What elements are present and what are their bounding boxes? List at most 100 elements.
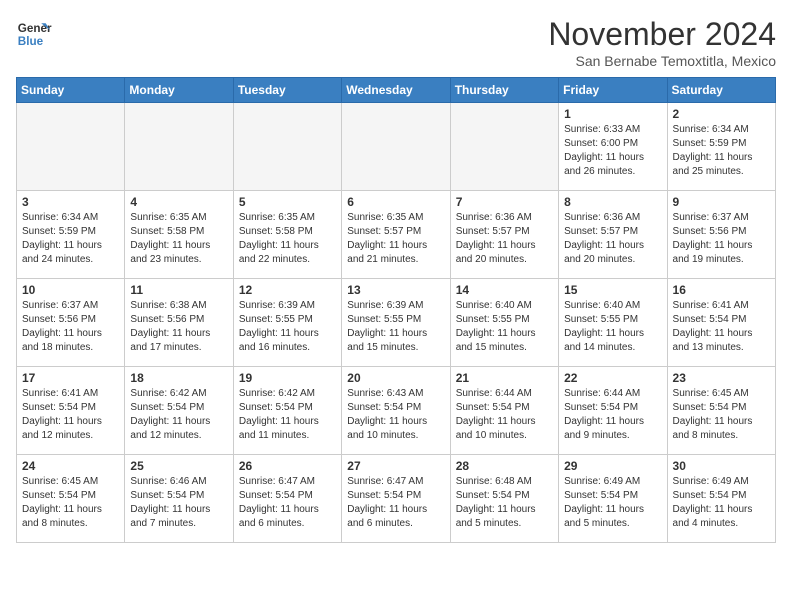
day-number: 15 — [564, 283, 661, 297]
day-number: 17 — [22, 371, 119, 385]
day-cell: 23 Sunrise: 6:45 AMSunset: 5:54 PMDayligh… — [667, 367, 775, 455]
day-cell — [342, 103, 450, 191]
day-number: 27 — [347, 459, 444, 473]
day-number: 11 — [130, 283, 227, 297]
day-info: Sunrise: 6:47 AMSunset: 5:54 PMDaylight:… — [239, 475, 336, 531]
day-info: Sunrise: 6:38 AMSunset: 5:56 PMDaylight:… — [130, 299, 227, 355]
day-number: 14 — [456, 283, 553, 297]
day-number: 13 — [347, 283, 444, 297]
day-cell: 2Sunrise: 6:34 AMSunset: 5:59 PMDaylight… — [667, 103, 775, 191]
day-info: Sunrise: 6:35 AMSunset: 5:57 PMDaylight:… — [347, 211, 444, 267]
day-number: 21 — [456, 371, 553, 385]
day-cell: 3 Sunrise: 6:34 AMSunset: 5:59 PMDaylight… — [17, 191, 125, 279]
header-cell-monday: Monday — [125, 78, 233, 103]
day-number: 30 — [673, 459, 770, 473]
day-number: 9 — [673, 195, 770, 209]
week-row-2: 10 Sunrise: 6:37 AMSunset: 5:56 PMDayligh… — [17, 279, 776, 367]
day-number: 18 — [130, 371, 227, 385]
day-cell — [125, 103, 233, 191]
day-cell: 29 Sunrise: 6:49 AMSunset: 5:54 PMDayligh… — [559, 455, 667, 543]
week-row-1: 3 Sunrise: 6:34 AMSunset: 5:59 PMDaylight… — [17, 191, 776, 279]
day-cell: 7 Sunrise: 6:36 AMSunset: 5:57 PMDaylight… — [450, 191, 558, 279]
day-cell: 17 Sunrise: 6:41 AMSunset: 5:54 PMDayligh… — [17, 367, 125, 455]
header-cell-wednesday: Wednesday — [342, 78, 450, 103]
day-info: Sunrise: 6:40 AMSunset: 5:55 PMDaylight:… — [456, 299, 553, 355]
week-row-3: 17 Sunrise: 6:41 AMSunset: 5:54 PMDayligh… — [17, 367, 776, 455]
day-cell: 9 Sunrise: 6:37 AMSunset: 5:56 PMDaylight… — [667, 191, 775, 279]
day-cell: 10 Sunrise: 6:37 AMSunset: 5:56 PMDayligh… — [17, 279, 125, 367]
day-info: Sunrise: 6:47 AMSunset: 5:54 PMDaylight:… — [347, 475, 444, 531]
day-cell: 14 Sunrise: 6:40 AMSunset: 5:55 PMDayligh… — [450, 279, 558, 367]
svg-text:General: General — [18, 22, 52, 35]
day-cell: 20Sunrise: 6:43 AMSunset: 5:54 PMDayligh… — [342, 367, 450, 455]
day-info: Sunrise: 6:36 AMSunset: 5:57 PMDaylight:… — [456, 211, 553, 267]
day-cell: 27 Sunrise: 6:47 AMSunset: 5:54 PMDayligh… — [342, 455, 450, 543]
day-info: Sunrise: 6:44 AMSunset: 5:54 PMDaylight:… — [564, 387, 661, 443]
day-number: 10 — [22, 283, 119, 297]
day-cell — [17, 103, 125, 191]
day-number: 7 — [456, 195, 553, 209]
title-block: November 2024 San Bernabe Temoxtitla, Me… — [548, 16, 776, 69]
day-cell — [450, 103, 558, 191]
day-info: Sunrise: 6:39 AMSunset: 5:55 PMDaylight:… — [347, 299, 444, 355]
day-number: 24 — [22, 459, 119, 473]
day-info: Sunrise: 6:34 AMSunset: 5:59 PMDaylight:… — [673, 123, 770, 179]
day-info: Sunrise: 6:42 AMSunset: 5:54 PMDaylight:… — [130, 387, 227, 443]
day-info: Sunrise: 6:42 AMSunset: 5:54 PMDaylight:… — [239, 387, 336, 443]
day-number: 6 — [347, 195, 444, 209]
day-cell: 1 Sunrise: 6:33 AMSunset: 6:00 PMDaylight… — [559, 103, 667, 191]
day-info: Sunrise: 6:40 AMSunset: 5:55 PMDaylight:… — [564, 299, 661, 355]
day-number: 19 — [239, 371, 336, 385]
day-cell: 5Sunrise: 6:35 AMSunset: 5:58 PMDaylight… — [233, 191, 341, 279]
day-cell: 13 Sunrise: 6:39 AMSunset: 5:55 PMDayligh… — [342, 279, 450, 367]
day-info: Sunrise: 6:34 AMSunset: 5:59 PMDaylight:… — [22, 211, 119, 267]
day-number: 22 — [564, 371, 661, 385]
day-cell: 19 Sunrise: 6:42 AMSunset: 5:54 PMDayligh… — [233, 367, 341, 455]
week-row-0: 1 Sunrise: 6:33 AMSunset: 6:00 PMDaylight… — [17, 103, 776, 191]
day-cell: 4Sunrise: 6:35 AMSunset: 5:58 PMDaylight… — [125, 191, 233, 279]
day-info: Sunrise: 6:44 AMSunset: 5:54 PMDaylight:… — [456, 387, 553, 443]
day-cell: 25 Sunrise: 6:46 AMSunset: 5:54 PMDayligh… — [125, 455, 233, 543]
day-number: 29 — [564, 459, 661, 473]
day-info: Sunrise: 6:41 AMSunset: 5:54 PMDaylight:… — [22, 387, 119, 443]
day-info: Sunrise: 6:48 AMSunset: 5:54 PMDaylight:… — [456, 475, 553, 531]
day-info: Sunrise: 6:37 AMSunset: 5:56 PMDaylight:… — [22, 299, 119, 355]
day-number: 23 — [673, 371, 770, 385]
day-info: Sunrise: 6:37 AMSunset: 5:56 PMDaylight:… — [673, 211, 770, 267]
day-number: 3 — [22, 195, 119, 209]
day-cell: 22 Sunrise: 6:44 AMSunset: 5:54 PMDayligh… — [559, 367, 667, 455]
day-info: Sunrise: 6:49 AMSunset: 5:54 PMDaylight:… — [673, 475, 770, 531]
header-cell-thursday: Thursday — [450, 78, 558, 103]
day-info: Sunrise: 6:41 AMSunset: 5:54 PMDaylight:… — [673, 299, 770, 355]
header-cell-sunday: Sunday — [17, 78, 125, 103]
day-info: Sunrise: 6:45 AMSunset: 5:54 PMDaylight:… — [673, 387, 770, 443]
day-cell: 15 Sunrise: 6:40 AMSunset: 5:55 PMDayligh… — [559, 279, 667, 367]
day-number: 12 — [239, 283, 336, 297]
day-info: Sunrise: 6:33 AMSunset: 6:00 PMDaylight:… — [564, 123, 661, 179]
day-cell: 21 Sunrise: 6:44 AMSunset: 5:54 PMDayligh… — [450, 367, 558, 455]
location: San Bernabe Temoxtitla, Mexico — [548, 53, 776, 69]
day-info: Sunrise: 6:35 AMSunset: 5:58 PMDaylight:… — [239, 211, 336, 267]
svg-text:Blue: Blue — [18, 35, 44, 48]
day-cell: 24 Sunrise: 6:45 AMSunset: 5:54 PMDayligh… — [17, 455, 125, 543]
day-info: Sunrise: 6:45 AMSunset: 5:54 PMDaylight:… — [22, 475, 119, 531]
day-cell: 6 Sunrise: 6:35 AMSunset: 5:57 PMDaylight… — [342, 191, 450, 279]
day-cell: 16 Sunrise: 6:41 AMSunset: 5:54 PMDayligh… — [667, 279, 775, 367]
day-cell: 12Sunrise: 6:39 AMSunset: 5:55 PMDayligh… — [233, 279, 341, 367]
day-info: Sunrise: 6:49 AMSunset: 5:54 PMDaylight:… — [564, 475, 661, 531]
day-number: 25 — [130, 459, 227, 473]
calendar-body: 1 Sunrise: 6:33 AMSunset: 6:00 PMDaylight… — [17, 103, 776, 543]
logo-icon: General Blue — [16, 16, 52, 52]
day-info: Sunrise: 6:46 AMSunset: 5:54 PMDaylight:… — [130, 475, 227, 531]
day-cell: 28 Sunrise: 6:48 AMSunset: 5:54 PMDayligh… — [450, 455, 558, 543]
day-number: 28 — [456, 459, 553, 473]
day-number: 16 — [673, 283, 770, 297]
day-info: Sunrise: 6:35 AMSunset: 5:58 PMDaylight:… — [130, 211, 227, 267]
month-title: November 2024 — [548, 16, 776, 53]
week-row-4: 24 Sunrise: 6:45 AMSunset: 5:54 PMDayligh… — [17, 455, 776, 543]
header-cell-friday: Friday — [559, 78, 667, 103]
day-number: 1 — [564, 107, 661, 121]
day-info: Sunrise: 6:43 AMSunset: 5:54 PMDaylight:… — [347, 387, 444, 443]
logo: General Blue — [16, 16, 52, 52]
header-cell-saturday: Saturday — [667, 78, 775, 103]
